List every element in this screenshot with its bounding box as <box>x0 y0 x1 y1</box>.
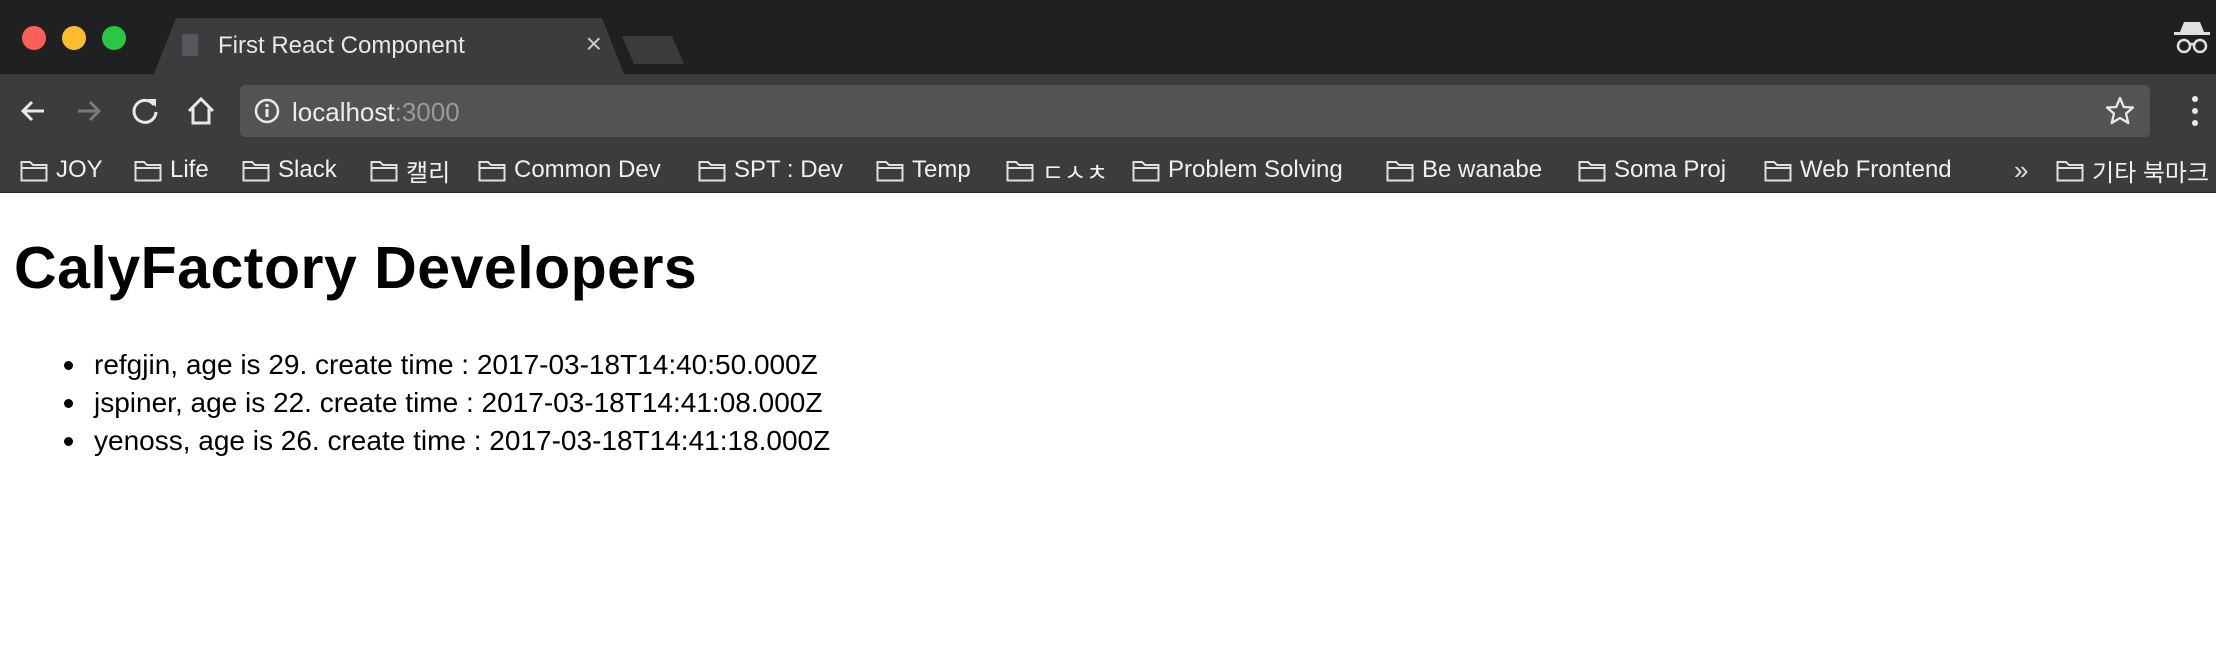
bookmarks-overflow-button[interactable]: » <box>2014 148 2028 192</box>
close-window-button[interactable] <box>22 26 46 50</box>
bookmark-label: Life <box>170 156 209 183</box>
bookmark-label: 캘리 <box>406 159 451 187</box>
list-item-text: yenoss, age is 26. create time : 2017-03… <box>94 425 831 456</box>
title-bar: First React Component × <box>0 0 2216 74</box>
forward-icon[interactable] <box>72 94 106 128</box>
bookmark-label: SPT : Dev <box>734 156 843 183</box>
bookmark-label: JOY <box>56 156 103 183</box>
bookmark-label: Temp <box>912 156 971 183</box>
folder-icon <box>698 161 726 182</box>
bookmark-folder[interactable]: Common Dev <box>478 151 661 189</box>
folder-icon <box>134 161 162 182</box>
bookmark-folder[interactable]: SPT : Dev <box>698 151 843 189</box>
bookmark-label: Slack <box>278 156 337 183</box>
bookmark-folder[interactable]: Be wanabe <box>1386 151 1542 189</box>
new-tab-button[interactable] <box>622 36 684 64</box>
folder-icon <box>2056 161 2084 182</box>
page-icon <box>182 34 198 56</box>
folder-icon <box>370 161 398 182</box>
bookmark-label: Common Dev <box>514 156 661 183</box>
folder-icon <box>1764 161 1792 182</box>
minimize-window-button[interactable] <box>62 26 86 50</box>
info-icon[interactable] <box>254 98 280 124</box>
page-heading: CalyFactory Developers <box>14 235 698 301</box>
bookmark-folder[interactable]: ㄷㅅㅊ <box>1006 151 1108 189</box>
list-item: refgjin, age is 29. create time : 2017-0… <box>64 346 830 384</box>
url-host: localhost <box>292 97 395 127</box>
home-icon[interactable] <box>184 94 218 128</box>
bookmark-folder[interactable]: JOY <box>20 151 103 189</box>
url-text[interactable]: localhost:3000 <box>292 97 460 128</box>
list-item: yenoss, age is 26. create time : 2017-03… <box>64 422 831 460</box>
toolbar: localhost:3000 <box>0 74 2216 148</box>
list-item-text: jspiner, age is 22. create time : 2017-0… <box>94 387 823 418</box>
bookmark-label: Problem Solving <box>1168 156 1343 183</box>
bullet <box>64 361 73 370</box>
tab-close-button[interactable]: × <box>586 30 602 58</box>
list-item: jspiner, age is 22. create time : 2017-0… <box>64 384 830 422</box>
page-content: CalyFactory Developers refgjin, age is 2… <box>14 234 830 460</box>
bookmark-folder[interactable]: 캘리 <box>370 151 450 189</box>
tab-title: First React Component <box>218 32 465 59</box>
star-icon[interactable] <box>2104 95 2136 127</box>
folder-icon <box>1386 161 1414 182</box>
folder-icon <box>478 161 506 182</box>
folder-icon <box>1132 161 1160 182</box>
bookmark-label: ㄷㅅㅊ <box>1042 159 1109 187</box>
bookmark-label: Be wanabe <box>1422 156 1543 183</box>
bookmark-label: 기타 북마크 <box>2092 159 2210 187</box>
developer-list: refgjin, age is 29. create time : 2017-0… <box>14 346 830 460</box>
folder-icon <box>876 161 904 182</box>
bullet <box>64 399 73 408</box>
reload-icon[interactable] <box>128 94 162 128</box>
menu-icon[interactable] <box>2190 94 2200 128</box>
bookmark-folder[interactable]: Slack <box>242 151 337 189</box>
bookmarks-bar: JOY Life Slack 캘리 Common Dev SPT : Dev T… <box>0 148 2216 193</box>
url-port: :3000 <box>394 97 460 127</box>
bookmark-folder[interactable]: Problem Solving <box>1132 151 1343 189</box>
bookmark-folder[interactable]: Temp <box>876 151 971 189</box>
bookmark-label: Soma Proj <box>1614 156 1727 183</box>
bookmark-folder[interactable]: Web Frontend <box>1764 151 1952 189</box>
back-icon[interactable] <box>16 94 50 128</box>
address-bar[interactable]: localhost:3000 <box>240 85 2150 137</box>
incognito-icon <box>2174 22 2210 54</box>
folder-icon <box>20 161 48 182</box>
tab-active[interactable]: First React Component × <box>154 18 624 74</box>
folder-icon <box>242 161 270 182</box>
list-item-text: refgjin, age is 29. create time : 2017-0… <box>94 349 818 380</box>
bullet <box>64 437 73 446</box>
bookmark-folder[interactable]: Life <box>134 151 209 189</box>
folder-icon <box>1578 161 1606 182</box>
other-bookmarks-folder[interactable]: 기타 북마크 <box>2056 151 2209 189</box>
folder-icon <box>1006 161 1034 182</box>
maximize-window-button[interactable] <box>102 26 126 50</box>
bookmark-label: Web Frontend <box>1800 156 1952 183</box>
bookmark-folder[interactable]: Soma Proj <box>1578 151 1726 189</box>
